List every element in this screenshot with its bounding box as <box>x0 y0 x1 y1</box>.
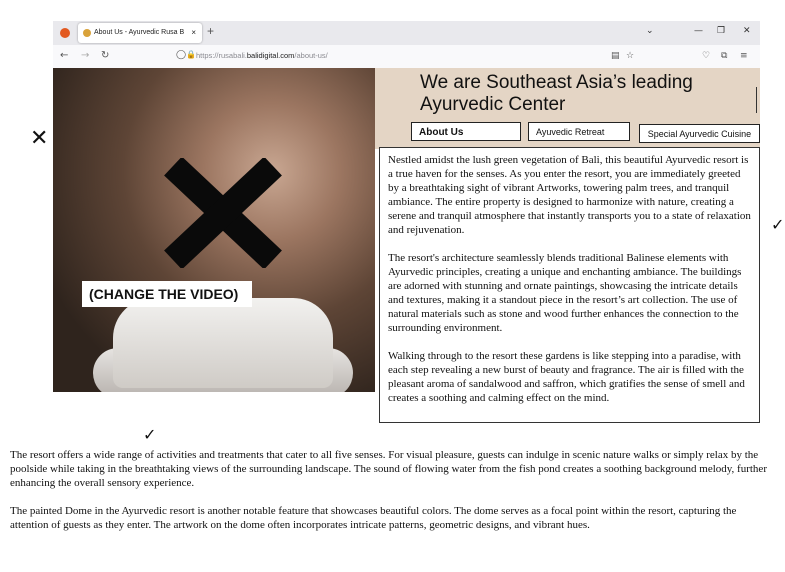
url-domain: balidigital.com <box>246 51 295 60</box>
hero-video-placeholder[interactable]: (CHANGE THE VIDEO) <box>53 68 375 392</box>
ayurvedic-retreat-button[interactable]: Ayuvedic Retreat <box>528 122 630 141</box>
menu-icon[interactable]: ≡ <box>740 51 748 61</box>
back-icon[interactable]: ← <box>60 50 68 61</box>
forward-icon[interactable]: → <box>81 50 89 61</box>
paragraph: The painted Dome in the Ayurvedic resort… <box>10 505 737 531</box>
new-tab-button[interactable]: + <box>207 24 214 38</box>
reload-icon[interactable]: ↻ <box>101 50 109 61</box>
paragraph: Walking through to the resort these gard… <box>388 350 745 404</box>
firefox-icon[interactable] <box>60 28 70 38</box>
chevron-down-icon[interactable]: ⌄ <box>646 26 654 36</box>
tab-title: About Us - Ayurvedic Rusa Bali <box>94 29 184 36</box>
bottom-text: The resort offers a wide range of activi… <box>10 448 770 546</box>
check-mark-icon: ✓ <box>771 215 785 234</box>
pocket-icon[interactable]: ♡ <box>702 51 710 61</box>
check-mark-icon: ✓ <box>143 425 157 444</box>
browser-tab[interactable]: About Us - Ayurvedic Rusa Bali × <box>78 23 202 43</box>
minimize-icon[interactable]: — <box>694 26 703 36</box>
about-us-button[interactable]: About Us <box>411 122 521 141</box>
big-cross-icon <box>164 158 282 268</box>
address-bar[interactable]: https://rusabali.balidigital.com/about-u… <box>196 51 328 60</box>
tab-close-icon[interactable]: × <box>191 23 196 43</box>
star-icon[interactable]: ☆ <box>626 51 634 61</box>
change-video-label: (CHANGE THE VIDEO) <box>82 281 252 307</box>
paragraph: The resort offers a wide range of activi… <box>10 449 767 489</box>
browser-nav-bar <box>53 45 760 69</box>
special-cuisine-button[interactable]: Special Ayurvedic Cuisine <box>639 124 760 143</box>
lock-icon[interactable]: 🔒 <box>186 50 196 59</box>
divider <box>756 87 757 113</box>
cross-mark-icon: ✕ <box>30 126 49 151</box>
paragraph: The resort's architecture seamlessly ble… <box>388 252 742 334</box>
extensions-icon[interactable]: ⧉ <box>721 51 727 61</box>
towel-graphic-top <box>113 298 333 388</box>
page-heading: We are Southeast Asia’s leading Ayurvedi… <box>420 72 693 115</box>
close-icon[interactable]: ✕ <box>743 26 751 36</box>
paragraph: Nestled amidst the lush green vegetation… <box>388 154 751 236</box>
about-text-box: Nestled amidst the lush green vegetation… <box>379 147 760 423</box>
url-prefix: https://rusabali. <box>196 51 247 60</box>
url-path: /about-us/ <box>294 51 328 60</box>
restore-icon[interactable]: ❐ <box>717 26 725 36</box>
reader-icon[interactable]: ▤ <box>611 51 620 61</box>
shield-icon[interactable]: ◯ <box>176 50 186 60</box>
site-favicon-icon <box>83 29 91 37</box>
